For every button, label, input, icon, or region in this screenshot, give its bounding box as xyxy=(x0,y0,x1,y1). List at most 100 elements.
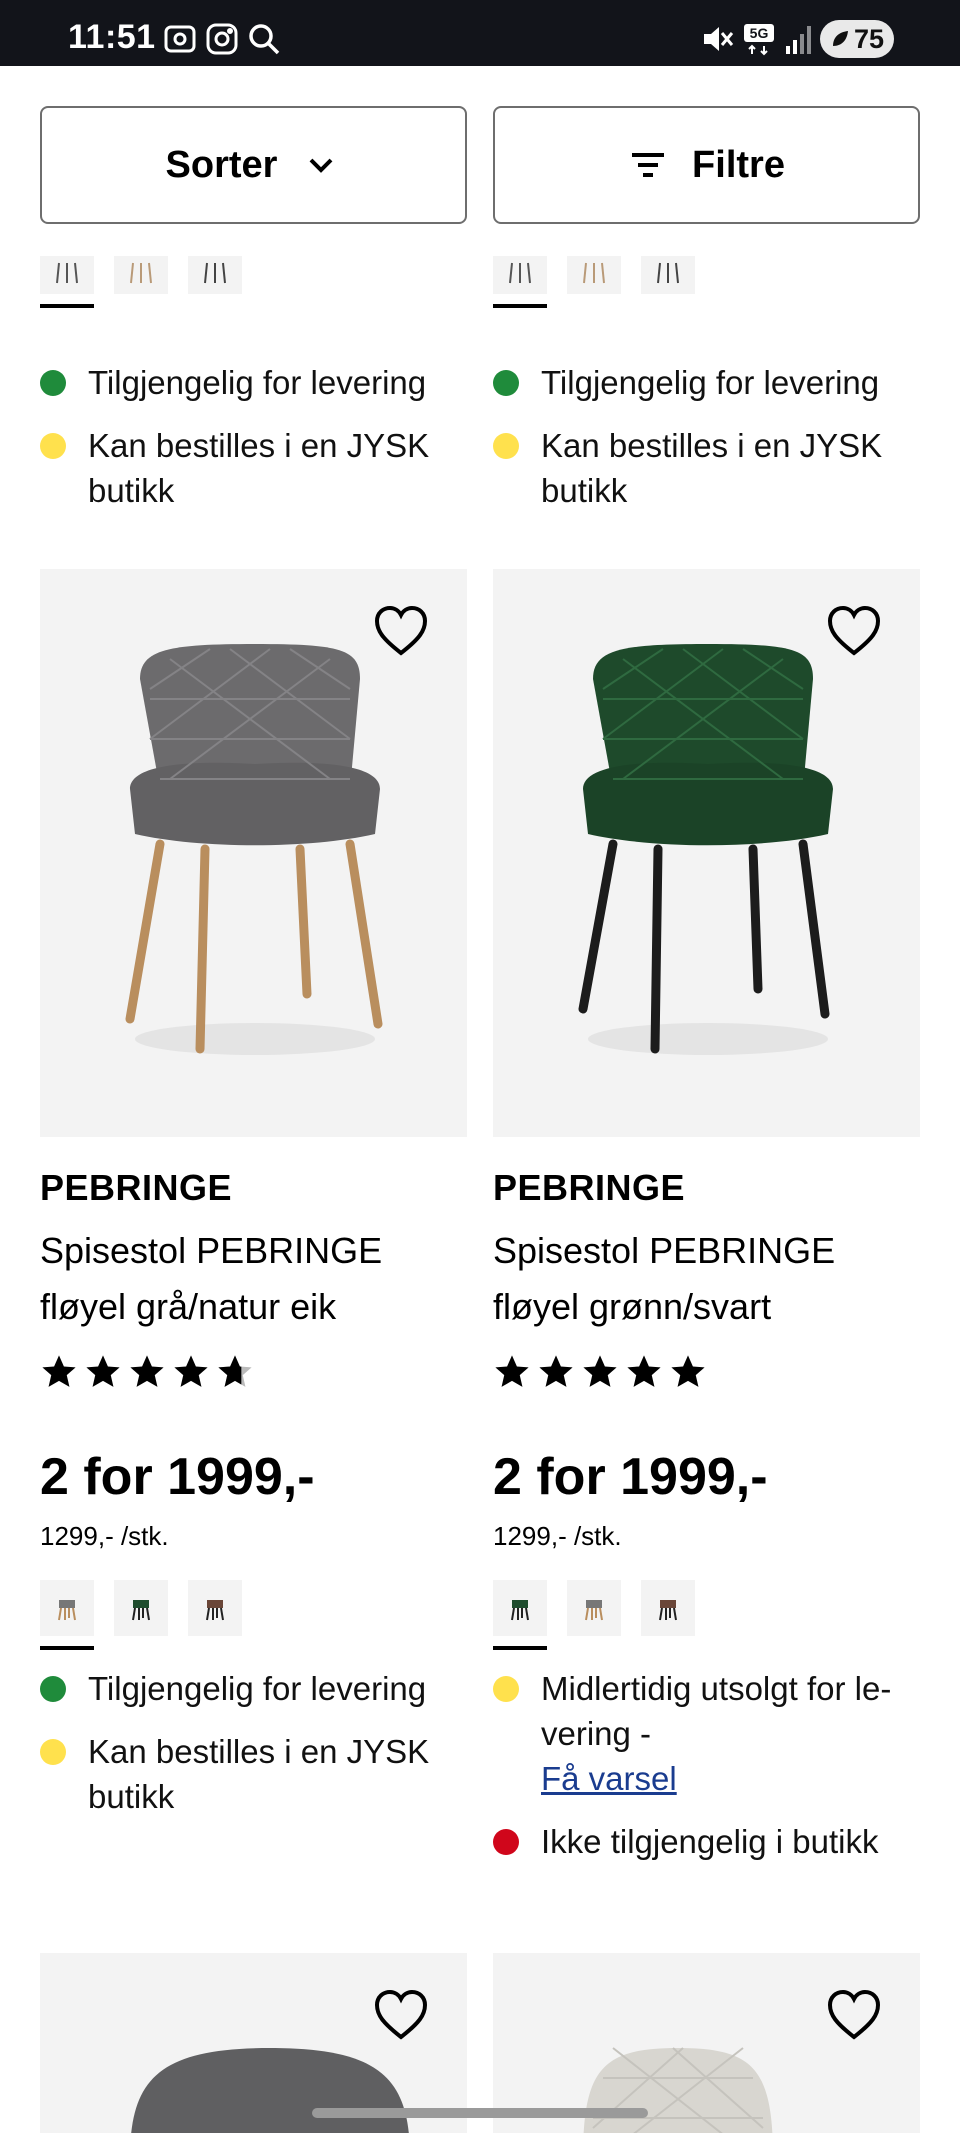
star-icon xyxy=(583,1355,617,1387)
swatch-option[interactable] xyxy=(40,256,94,308)
chair-thumbnail-icon xyxy=(511,1600,529,1621)
unit-price: 1299,- /stk. xyxy=(493,1521,622,1551)
status-dot-green xyxy=(40,1676,66,1702)
color-swatches xyxy=(40,1580,467,1650)
swatch-grey[interactable] xyxy=(567,1580,621,1636)
chevron-down-icon xyxy=(310,158,333,173)
chair-thumbnail-icon xyxy=(132,1600,150,1621)
star-icon xyxy=(671,1355,705,1387)
swatch-grey[interactable] xyxy=(40,1580,94,1650)
chair-green-black-image xyxy=(578,644,833,1055)
color-swatches xyxy=(40,256,467,308)
product-card-partial-left: Tilgjengelig for levering Kan bestilles … xyxy=(40,256,467,531)
signal-icon xyxy=(786,26,811,54)
swatch-brown[interactable] xyxy=(188,1580,242,1636)
svg-text:5G: 5G xyxy=(750,25,769,41)
status-time: 11:51 xyxy=(68,18,156,56)
chair-thumbnail-icon xyxy=(206,1600,224,1621)
battery-level: 75 xyxy=(853,23,884,54)
product-card[interactable] xyxy=(493,1953,920,2133)
sort-button[interactable]: Sorter xyxy=(40,106,467,224)
filter-label: Filtre xyxy=(692,143,785,186)
instagram-icon xyxy=(206,23,238,55)
product-image[interactable] xyxy=(40,1953,467,2133)
availability-item: Tilgjengelig for levering xyxy=(493,360,920,405)
color-swatches xyxy=(493,256,920,308)
availability-item: Tilgjengelig for levering xyxy=(40,360,467,405)
sort-label: Sorter xyxy=(165,143,278,186)
chair-thumbnail-icon xyxy=(204,262,226,284)
star-rating xyxy=(493,1353,920,1397)
chair-thumbnail-icon xyxy=(657,262,679,284)
availability-item: Kan bestilles i en JYSK butikk xyxy=(493,423,920,513)
status-dot-green xyxy=(40,370,66,396)
product-image[interactable] xyxy=(40,569,467,1137)
screenshot-icon xyxy=(164,25,196,53)
filter-icon xyxy=(632,153,665,177)
product-image[interactable] xyxy=(493,569,920,1137)
chair-thumbnail-icon xyxy=(509,262,531,284)
color-swatches xyxy=(493,1580,920,1650)
product-image[interactable] xyxy=(493,1953,920,2133)
swatch-option[interactable] xyxy=(114,256,168,294)
swatch-option[interactable] xyxy=(567,256,621,294)
status-dot-yellow xyxy=(40,1739,66,1765)
availability-list: Tilgjengelig for levering Kan bestilles … xyxy=(40,1666,467,1819)
swatch-option[interactable] xyxy=(493,256,547,308)
swatch-option[interactable] xyxy=(188,256,242,294)
star-icon xyxy=(42,1355,76,1387)
swatch-green[interactable] xyxy=(493,1580,547,1650)
unit-price: 1299,- /stk. xyxy=(40,1521,169,1551)
star-icon xyxy=(130,1355,164,1387)
product-price: 2 for 1999,- xyxy=(493,1448,768,1506)
chair-thumbnail-icon xyxy=(659,1600,677,1621)
star-icon xyxy=(539,1355,573,1387)
heart-icon[interactable] xyxy=(373,1989,429,2041)
availability-item: Kan bestilles i en JYSK butikk xyxy=(40,423,467,513)
status-dot-green xyxy=(493,370,519,396)
status-dot-yellow xyxy=(493,433,519,459)
filter-button[interactable]: Filtre xyxy=(493,106,920,224)
product-card[interactable]: PEBRINGE Spisestol PEBRINGE fløyel grå/n… xyxy=(40,569,467,1837)
product-name[interactable]: Spisestol PEBRINGE fløyel grønn/svart xyxy=(493,1223,920,1335)
5g-icon: 5G xyxy=(744,24,774,56)
availability-item: Tilgjengelig for levering xyxy=(40,1666,467,1711)
status-bar: 11:51 5G 75 xyxy=(0,0,960,66)
chair-beige-image xyxy=(583,2047,773,2133)
battery-indicator: 75 xyxy=(820,20,894,58)
status-dot-yellow xyxy=(493,1676,519,1702)
chair-thumbnail-icon xyxy=(130,262,152,284)
status-dot-red xyxy=(493,1829,519,1855)
product-brand: PEBRINGE xyxy=(493,1167,686,1208)
chair-grey-image xyxy=(131,2048,409,2133)
star-icon xyxy=(174,1355,208,1387)
availability-list: Tilgjengelig for levering Kan bestilles … xyxy=(40,360,467,513)
availability-list: Tilgjengelig for levering Kan bestilles … xyxy=(493,360,920,513)
swatch-brown[interactable] xyxy=(641,1580,695,1636)
swatch-option[interactable] xyxy=(641,256,695,294)
star-icon xyxy=(495,1355,529,1387)
product-name[interactable]: Spisestol PEBRINGE fløyel grå/natur eik xyxy=(40,1223,467,1335)
product-card-partial-right: Tilgjengelig for levering Kan bestilles … xyxy=(493,256,920,531)
product-price: 2 for 1999,- xyxy=(40,1448,315,1506)
status-dot-yellow xyxy=(40,433,66,459)
chair-thumbnail-icon xyxy=(585,1600,603,1621)
star-icon xyxy=(86,1355,120,1387)
star-icon xyxy=(627,1355,661,1387)
chair-grey-oak-image xyxy=(125,644,383,1055)
notify-link[interactable]: Få varsel xyxy=(541,1760,677,1797)
home-indicator[interactable] xyxy=(312,2108,648,2118)
product-card[interactable] xyxy=(40,1953,467,2133)
search-icon xyxy=(249,24,280,55)
product-card[interactable]: PEBRINGE Spisestol PEBRINGE fløyel grønn… xyxy=(493,569,920,1882)
star-half-icon xyxy=(218,1355,252,1387)
mute-icon xyxy=(704,27,734,51)
swatch-green[interactable] xyxy=(114,1580,168,1636)
availability-item: Midlertidig utsolgt for le-vering - Få va… xyxy=(493,1666,920,1801)
availability-list: Midlertidig utsolgt for le-vering - Få va… xyxy=(493,1666,920,1864)
chair-thumbnail-icon xyxy=(583,262,605,284)
heart-icon[interactable] xyxy=(826,1989,882,2041)
availability-item: Kan bestilles i en JYSK butikk xyxy=(40,1729,467,1819)
sort-filter-bar: Sorter Filtre xyxy=(40,106,920,224)
battery-saver-icon xyxy=(833,31,848,46)
